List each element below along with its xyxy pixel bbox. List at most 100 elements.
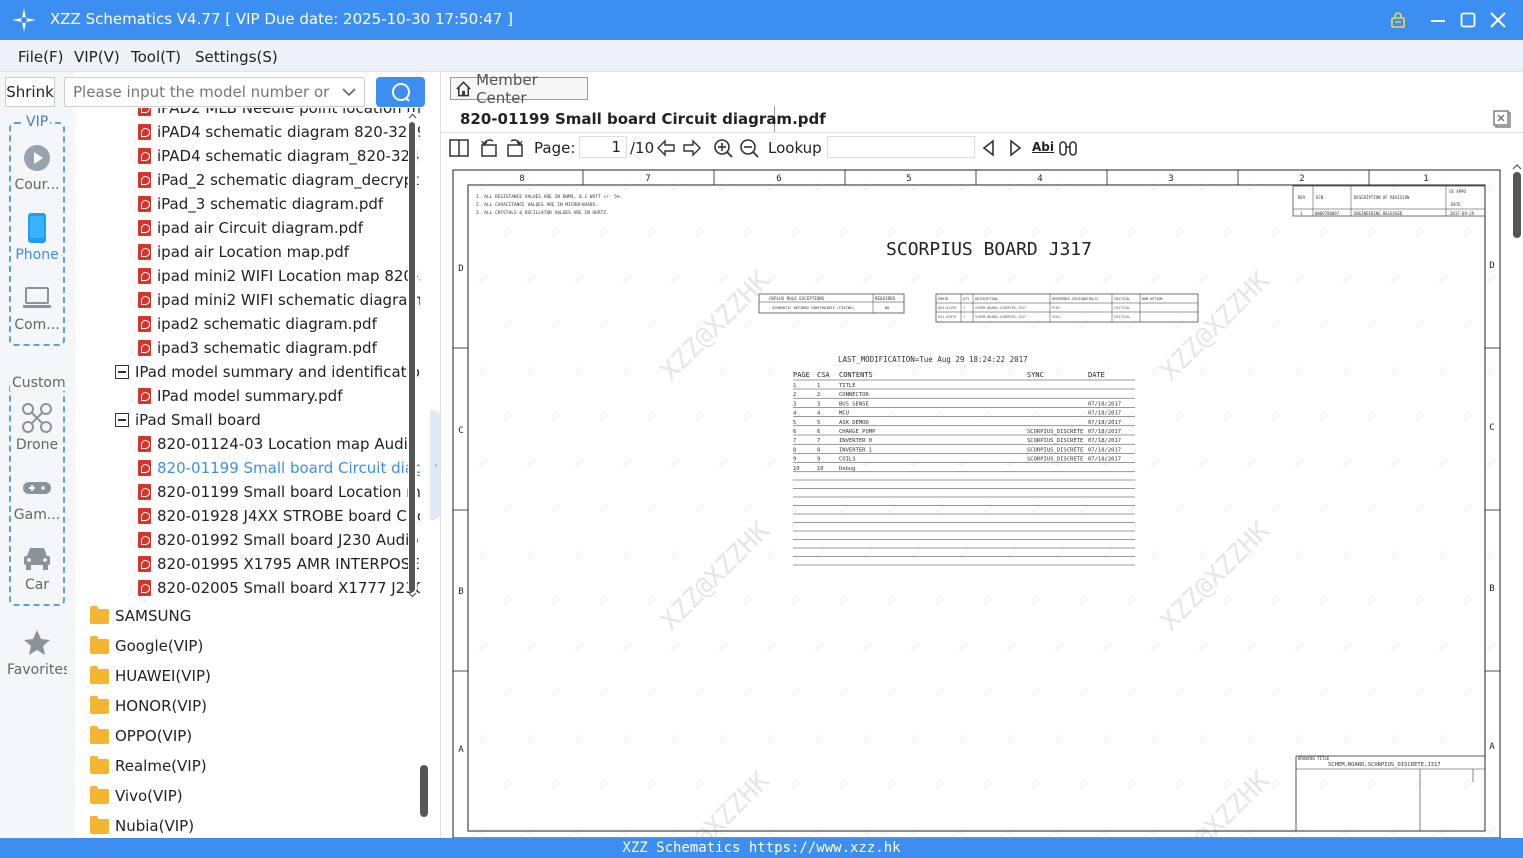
tree-file-item[interactable]: IPad model summary.pdf xyxy=(138,384,343,408)
nav-car[interactable]: Car xyxy=(7,542,67,593)
menu-settings[interactable]: Settings(S) xyxy=(195,48,278,66)
chevron-down-icon[interactable] xyxy=(342,86,356,98)
find-next-icon[interactable] xyxy=(1005,138,1025,158)
menu-file[interactable]: File(F) xyxy=(18,48,63,66)
toc-cell: 4 xyxy=(817,411,821,417)
tree-file-item[interactable]: 820-01199 Small board Circuit diagram.pd… xyxy=(138,456,420,480)
nav-course[interactable]: Cour... xyxy=(7,142,67,193)
tree-file-item[interactable]: ipad air Location map.pdf xyxy=(138,240,349,264)
watermark-tile: XZZ xyxy=(693,503,706,516)
brand-folder-item[interactable]: Google(VIP) xyxy=(90,634,203,658)
brand-folder-item[interactable]: OPPO(VIP) xyxy=(90,724,192,748)
search-input[interactable] xyxy=(73,83,333,101)
search-box[interactable] xyxy=(64,77,365,107)
toc-cell: Debug xyxy=(839,466,856,472)
tree-file-item[interactable]: iPAD4 schematic diagram_820-3249.pdf xyxy=(138,144,420,168)
tree-file-item[interactable]: iPad_3 schematic diagram.pdf xyxy=(138,192,383,216)
viewer-scroll-up-icon[interactable] xyxy=(1512,162,1522,171)
match-case-button[interactable]: Abi xyxy=(1032,140,1054,154)
tree-file-item[interactable]: ipad2 schematic diagram.pdf xyxy=(138,312,377,336)
lock-icon[interactable] xyxy=(1386,8,1410,32)
watermark-tile: XZZ xyxy=(1413,687,1426,700)
tree-item-label: 820-01199 Small board Circuit diagram.pd… xyxy=(157,459,420,477)
binoculars-icon[interactable] xyxy=(1058,138,1078,158)
nav-favorites[interactable]: Favorites xyxy=(7,627,67,678)
brand-folder-item[interactable]: HUAWEI(VIP) xyxy=(90,664,211,688)
maximize-icon[interactable] xyxy=(1456,8,1480,32)
nav-drone[interactable]: Drone xyxy=(7,402,67,453)
watermark-tile: XZZ xyxy=(1173,687,1186,700)
tree-file-item[interactable]: 820-01995 X1795 AMR INTERPOSER Circuit xyxy=(138,552,420,576)
watermark-tile: XZZ xyxy=(597,595,610,608)
tab-document[interactable]: 820-01199 Small board Circuit diagram.pd… xyxy=(450,106,826,132)
brand-folder-item[interactable]: SAMSUNG xyxy=(90,604,191,628)
viewer-scrollbar-thumb[interactable] xyxy=(1513,172,1521,238)
brand-folder-item[interactable]: Vivo(VIP) xyxy=(90,784,183,808)
app-logo-icon xyxy=(12,8,36,32)
row-letter-left: D xyxy=(458,264,463,274)
tree-file-item[interactable]: 820-01199 Small board Location map.pdf xyxy=(138,480,420,504)
tree-file-item[interactable]: iPAD2 MLB Needle point location map xyxy=(138,108,420,120)
nav-computer[interactable]: Com... xyxy=(7,282,67,333)
lookup-input[interactable] xyxy=(827,136,975,158)
viewer-scrollbar[interactable] xyxy=(1511,162,1523,838)
watermark-tile: XZZ xyxy=(549,779,562,792)
watermark-tile: XZZ xyxy=(573,457,586,470)
tree-file-item[interactable]: 820-01124-03 Location map Audio Small xyxy=(138,432,420,456)
watermark-tile: XZZ xyxy=(1101,273,1114,286)
zoom-in-icon[interactable] xyxy=(713,138,733,158)
folder-label: HONOR(VIP) xyxy=(115,697,207,715)
menu-tool[interactable]: Tool(T) xyxy=(131,48,181,66)
tree-file-item[interactable]: ipad mini2 WIFI Location map 820-3636 xyxy=(138,264,420,288)
rotate-right-icon[interactable] xyxy=(505,138,525,158)
search-button[interactable] xyxy=(376,77,425,107)
brand-folder-item[interactable]: Realme(VIP) xyxy=(90,754,207,778)
column-number: 7 xyxy=(645,174,650,184)
collapse-toggle-icon[interactable] xyxy=(115,413,129,427)
tree-file-item[interactable]: 820-02005 Small board X1777 J230 Key xyxy=(138,576,420,600)
toc-cell: MCU xyxy=(839,411,849,417)
nav-phone[interactable]: Phone xyxy=(7,212,67,263)
title-block: DRAWING TITLE SCHEM,BOARD,SCORPIUS_DISCR… xyxy=(1295,755,1486,832)
brand-folder-item[interactable]: Nubia(VIP) xyxy=(90,814,194,838)
tree-file-item[interactable]: ipad3 schematic diagram.pdf xyxy=(138,336,377,360)
watermark-tile: XZZ xyxy=(693,779,706,792)
watermark-tile: XZZ xyxy=(1125,779,1138,792)
tree-scrollbar-thumb[interactable] xyxy=(409,122,415,592)
folder-scrollbar-thumb[interactable] xyxy=(420,765,428,817)
tree-file-item[interactable]: 820-01928 J4XX STROBE board Circuit xyxy=(138,504,420,528)
two-page-view-icon[interactable] xyxy=(449,138,469,158)
collapse-toggle-icon[interactable] xyxy=(115,365,129,379)
shrink-button[interactable]: Shrink xyxy=(5,77,55,107)
folder-label: SAMSUNG xyxy=(115,607,192,625)
tree-scrollbar[interactable] xyxy=(408,112,417,598)
tree-file-item[interactable]: 820-01992 Small board J230 Audio Circuit xyxy=(138,528,420,552)
member-center-button[interactable]: Member Center xyxy=(450,71,588,107)
zoom-out-icon[interactable] xyxy=(739,138,759,158)
tree-folder-item[interactable]: IPad model summary and identification xyxy=(115,360,420,384)
tree-file-item[interactable]: ipad air Circuit diagram.pdf xyxy=(138,216,363,240)
tree-file-item[interactable]: ipad mini2 WIFI schematic diagram 820 xyxy=(138,288,420,312)
menu-vip[interactable]: VIP(V) xyxy=(74,48,120,66)
scroll-down-icon[interactable] xyxy=(408,590,417,599)
next-page-arrow-icon[interactable] xyxy=(682,138,702,158)
close-icon[interactable] xyxy=(1486,8,1510,32)
watermark-tile: XZZ xyxy=(1389,273,1402,286)
tree-item-label: ipad air Circuit diagram.pdf xyxy=(157,219,363,237)
revision-table: REV ECN DESCRIPTION OF REVISION CK APPD DATE… xyxy=(1292,185,1486,217)
find-prev-icon[interactable] xyxy=(979,138,999,158)
scroll-up-icon[interactable] xyxy=(408,112,417,121)
tree-file-item[interactable]: iPAD4 schematic diagram 820-3249.pdf xyxy=(138,120,420,144)
tree-item-label: IPad model summary and identification xyxy=(135,363,420,381)
nav-game[interactable]: Gam... xyxy=(7,472,67,523)
tree-file-item[interactable]: iPad_2 schematic diagram_decrypted.pdf xyxy=(138,168,420,192)
page-number-input[interactable]: 1 xyxy=(579,136,627,158)
watermark-tile: XZZ xyxy=(981,319,994,332)
rotate-left-icon[interactable] xyxy=(479,138,499,158)
brand-folder-item[interactable]: HONOR(VIP) xyxy=(90,694,207,718)
tree-folder-item[interactable]: iPad Small board xyxy=(115,408,261,432)
pdf-viewer[interactable]: XZZ@XZZHK XZZ@XZZHK XZZ@XZZHK XZZ@XZZHK XZZ@… xyxy=(441,162,1511,838)
minimize-icon[interactable] xyxy=(1426,8,1450,32)
prev-page-arrow-icon[interactable] xyxy=(656,138,676,158)
close-tab-icon[interactable] xyxy=(1493,110,1513,130)
